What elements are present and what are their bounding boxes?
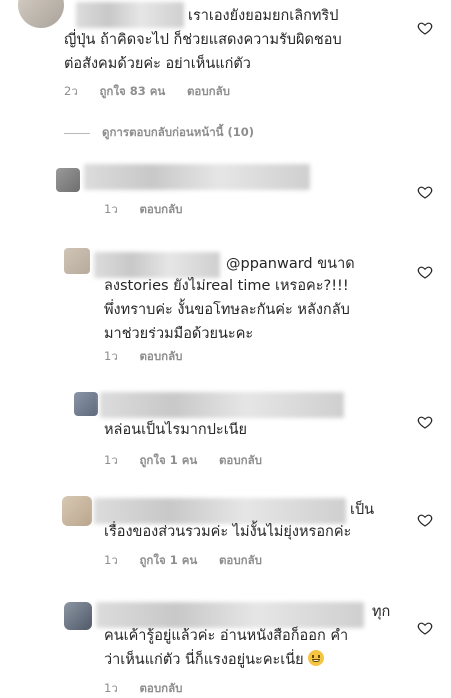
heart-outline-icon[interactable] — [417, 620, 433, 636]
redacted-username — [94, 498, 346, 524]
comment-text-line[interactable]: @ppanward ขนาด — [226, 254, 355, 275]
comment-time: 1ว — [104, 681, 118, 695]
redacted-username — [76, 2, 184, 28]
heart-outline-icon[interactable] — [417, 20, 433, 36]
comment-text-line: มาช่วยร่วมมือด้วยนะคะ — [104, 326, 254, 342]
comment-meta: 1ว ถูกใจ 1 คน ตอบกลับ — [104, 452, 280, 470]
redacted-username — [84, 164, 310, 190]
view-previous-replies[interactable]: ดูการตอบกลับก่อนหน้านี้ (10) — [64, 124, 254, 142]
redacted-username — [96, 602, 364, 628]
reply-button[interactable]: ตอบกลับ — [219, 553, 262, 567]
grimacing-face-emoji — [308, 650, 325, 666]
avatar[interactable] — [62, 496, 92, 526]
comment-text-line: พึ่งทราบค่ะ งั้นขอโทษละกันค่ะ หลังกลับ — [104, 302, 350, 318]
comment-time: 1ว — [104, 349, 118, 363]
avatar[interactable] — [74, 392, 98, 416]
heart-outline-icon[interactable] — [417, 184, 433, 200]
comment-meta: 1ว ตอบกลับ — [104, 201, 200, 219]
reply-button[interactable]: ตอบกลับ — [139, 202, 182, 216]
comment-meta: 1ว ตอบกลับ — [104, 680, 200, 698]
comment-time: 1ว — [104, 553, 118, 567]
avatar[interactable] — [64, 602, 92, 630]
avatar[interactable] — [56, 168, 80, 192]
comment-text-line: ต่อสังคมด้วยค่ะ อย่าเห็นแก่ตัว — [64, 56, 251, 72]
reply-button[interactable]: ตอบกลับ — [187, 84, 230, 98]
redacted-username — [100, 392, 344, 418]
heart-outline-icon[interactable] — [417, 414, 433, 430]
reply-button[interactable]: ตอบกลับ — [219, 453, 262, 467]
comment-meta: 1ว ตอบกลับ — [104, 348, 200, 366]
comment-meta: 2ว ถูกใจ 83 คน ตอบกลับ — [64, 83, 248, 101]
likes-count[interactable]: ถูกใจ 83 คน — [99, 84, 165, 98]
comment-text-line: คนเค้ารู้อยู่แล้วค่ะ อ่านหนังสือก็ออก คำ — [104, 628, 349, 644]
reply-button[interactable]: ตอบกลับ — [139, 681, 182, 695]
comment-time: 1ว — [104, 202, 118, 216]
view-replies-label: ดูการตอบกลับก่อนหน้านี้ (10) — [102, 125, 255, 139]
comment-text-line: เราเองยังยอมยกเลิกทริป — [188, 8, 339, 24]
redacted-username — [94, 252, 220, 278]
likes-count[interactable]: ถูกใจ 1 คน — [139, 453, 197, 467]
comment-text: ว่าเห็นแก่ตัว นี่ก็แรงอยู่นะคะเนี่ย — [104, 652, 304, 668]
reply-button[interactable]: ตอบกลับ — [139, 349, 182, 363]
avatar[interactable] — [64, 248, 90, 274]
comment-text-line: ทุก — [372, 604, 391, 620]
comment-text-line: เรื่องของส่วนรวมค่ะ ไม่งั้นไม่ยุ่งหรอกค่… — [104, 524, 352, 540]
comment-text-line: ลงstories ยังไม่real time เหรอคะ?!!! — [104, 278, 349, 294]
heart-outline-icon[interactable] — [417, 512, 433, 528]
avatar[interactable] — [18, 0, 64, 28]
comment-time: 1ว — [104, 453, 118, 467]
comment-meta: 1ว ถูกใจ 1 คน ตอบกลับ — [104, 552, 280, 570]
divider-line — [64, 132, 90, 134]
comment-time: 2ว — [64, 84, 78, 98]
comment-text-line: หล่อนเป็นไรมากปะเนีย — [104, 422, 248, 438]
comment-text-line: เป็น — [350, 502, 375, 518]
likes-count[interactable]: ถูกใจ 1 คน — [139, 553, 197, 567]
comment-text-line: ว่าเห็นแก่ตัว นี่ก็แรงอยู่นะคะเนี่ย — [104, 650, 325, 671]
heart-outline-icon[interactable] — [417, 264, 433, 280]
comment-text-line: ญี่ปุ่น ถ้าคิดจะไป ก็ช่วยแสดงความรับผิดช… — [64, 32, 342, 48]
